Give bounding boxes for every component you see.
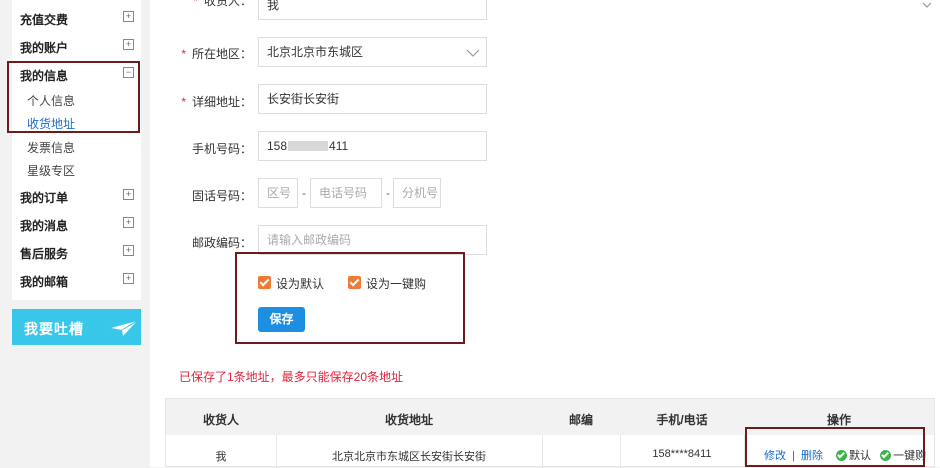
expand-icon[interactable]: + bbox=[123, 217, 134, 228]
sub-invoice-info[interactable]: 发票信息 bbox=[27, 139, 75, 156]
column-divider bbox=[542, 435, 543, 468]
address-count-notice: 已保存了1条地址，最多只能保存20条地址 bbox=[179, 370, 404, 384]
nav-messages-label: 我的消息 bbox=[20, 219, 69, 233]
expand-icon[interactable]: + bbox=[123, 273, 134, 284]
set-default-checkbox[interactable] bbox=[258, 276, 271, 289]
recipient-input[interactable]: 我 bbox=[258, 0, 487, 20]
required-mark: * bbox=[181, 95, 186, 109]
area-code-input[interactable]: 区号 bbox=[258, 178, 298, 208]
col-phone: 手机/电话 bbox=[656, 413, 708, 427]
extension-input[interactable]: 分机号 bbox=[393, 178, 441, 208]
nav-mailbox[interactable]: 我的邮箱 + bbox=[12, 269, 141, 291]
expand-icon[interactable]: + bbox=[123, 245, 134, 256]
sidebar: 充值交费 + 我的账户 + 我的信息 − 个人信息 收货地址 发票信息 星级专区… bbox=[12, 0, 141, 300]
col-actions: 操作 bbox=[826, 413, 851, 427]
landline-label: 固话号码： bbox=[191, 189, 252, 203]
nav-account-label: 我的账户 bbox=[20, 41, 69, 55]
required-mark: * bbox=[181, 47, 186, 61]
zip-label: 邮政编码： bbox=[191, 236, 252, 250]
save-button[interactable]: 保存 bbox=[258, 307, 305, 332]
set-oneclick-checkbox[interactable] bbox=[348, 276, 361, 289]
set-default-label: 设为默认 bbox=[276, 277, 325, 291]
expand-icon[interactable]: + bbox=[123, 11, 134, 22]
required-mark: * bbox=[193, 0, 198, 8]
chevron-down-icon[interactable] bbox=[922, 2, 932, 8]
chevron-down-icon bbox=[466, 49, 480, 57]
nav-recharge[interactable]: 充值交费 + bbox=[12, 7, 141, 29]
mobile-label: 手机号码： bbox=[191, 142, 252, 156]
nav-orders[interactable]: 我的订单 + bbox=[12, 185, 141, 207]
phone-number-input[interactable]: 电话号码 bbox=[310, 178, 382, 208]
col-recipient: 收货人 bbox=[202, 413, 239, 427]
nav-mailbox-label: 我的邮箱 bbox=[20, 275, 69, 289]
mobile-prefix: 158 bbox=[267, 139, 288, 153]
nav-aftersales[interactable]: 售后服务 + bbox=[12, 241, 141, 263]
region-select[interactable]: 北京北京市东城区 bbox=[258, 37, 487, 67]
nav-messages[interactable]: 我的消息 + bbox=[12, 213, 141, 235]
mobile-input[interactable]: 158 411 bbox=[258, 131, 487, 161]
nav-aftersales-label: 售后服务 bbox=[20, 247, 69, 261]
main-content: * 收货人： 我 * 所在地区： 北京北京市东城区 * 详细地址： 长安街长安街 手机… bbox=[150, 0, 940, 468]
dash-separator: - bbox=[302, 186, 306, 200]
region-value: 北京北京市东城区 bbox=[267, 45, 364, 59]
paper-plane-icon bbox=[111, 320, 138, 336]
mobile-suffix: 411 bbox=[329, 139, 349, 153]
row-address: 北京北京市东城区长安街长安街 bbox=[332, 451, 486, 463]
expand-icon[interactable]: + bbox=[123, 189, 134, 200]
region-label: * 所在地区： bbox=[181, 47, 252, 61]
recipient-label: * 收货人： bbox=[150, 0, 252, 9]
col-zip: 邮编 bbox=[568, 413, 593, 427]
nav-recharge-label: 充值交费 bbox=[20, 13, 69, 27]
nav-orders-label: 我的订单 bbox=[20, 191, 69, 205]
feedback-banner-text: 我要吐槽 bbox=[24, 321, 84, 337]
detail-address-input[interactable]: 长安街长安街 bbox=[258, 84, 487, 114]
mobile-masked-blur bbox=[288, 141, 329, 151]
sidebar-highlight-box bbox=[7, 61, 140, 133]
nav-account[interactable]: 我的账户 + bbox=[12, 35, 141, 57]
col-address: 收货地址 bbox=[384, 413, 433, 427]
sub-star-zone[interactable]: 星级专区 bbox=[27, 162, 75, 179]
zip-input[interactable]: 请输入邮政编码 bbox=[258, 225, 487, 255]
expand-icon[interactable]: + bbox=[123, 39, 134, 50]
dash-separator: - bbox=[386, 186, 390, 200]
row-recipient: 我 bbox=[215, 451, 227, 463]
row-phone: 158****8411 bbox=[652, 448, 712, 460]
actions-highlight-box bbox=[745, 427, 925, 467]
set-oneclick-label: 设为一键购 bbox=[366, 277, 427, 291]
feedback-banner[interactable]: 我要吐槽 bbox=[12, 309, 141, 345]
detail-address-label: * 详细地址： bbox=[181, 95, 252, 109]
